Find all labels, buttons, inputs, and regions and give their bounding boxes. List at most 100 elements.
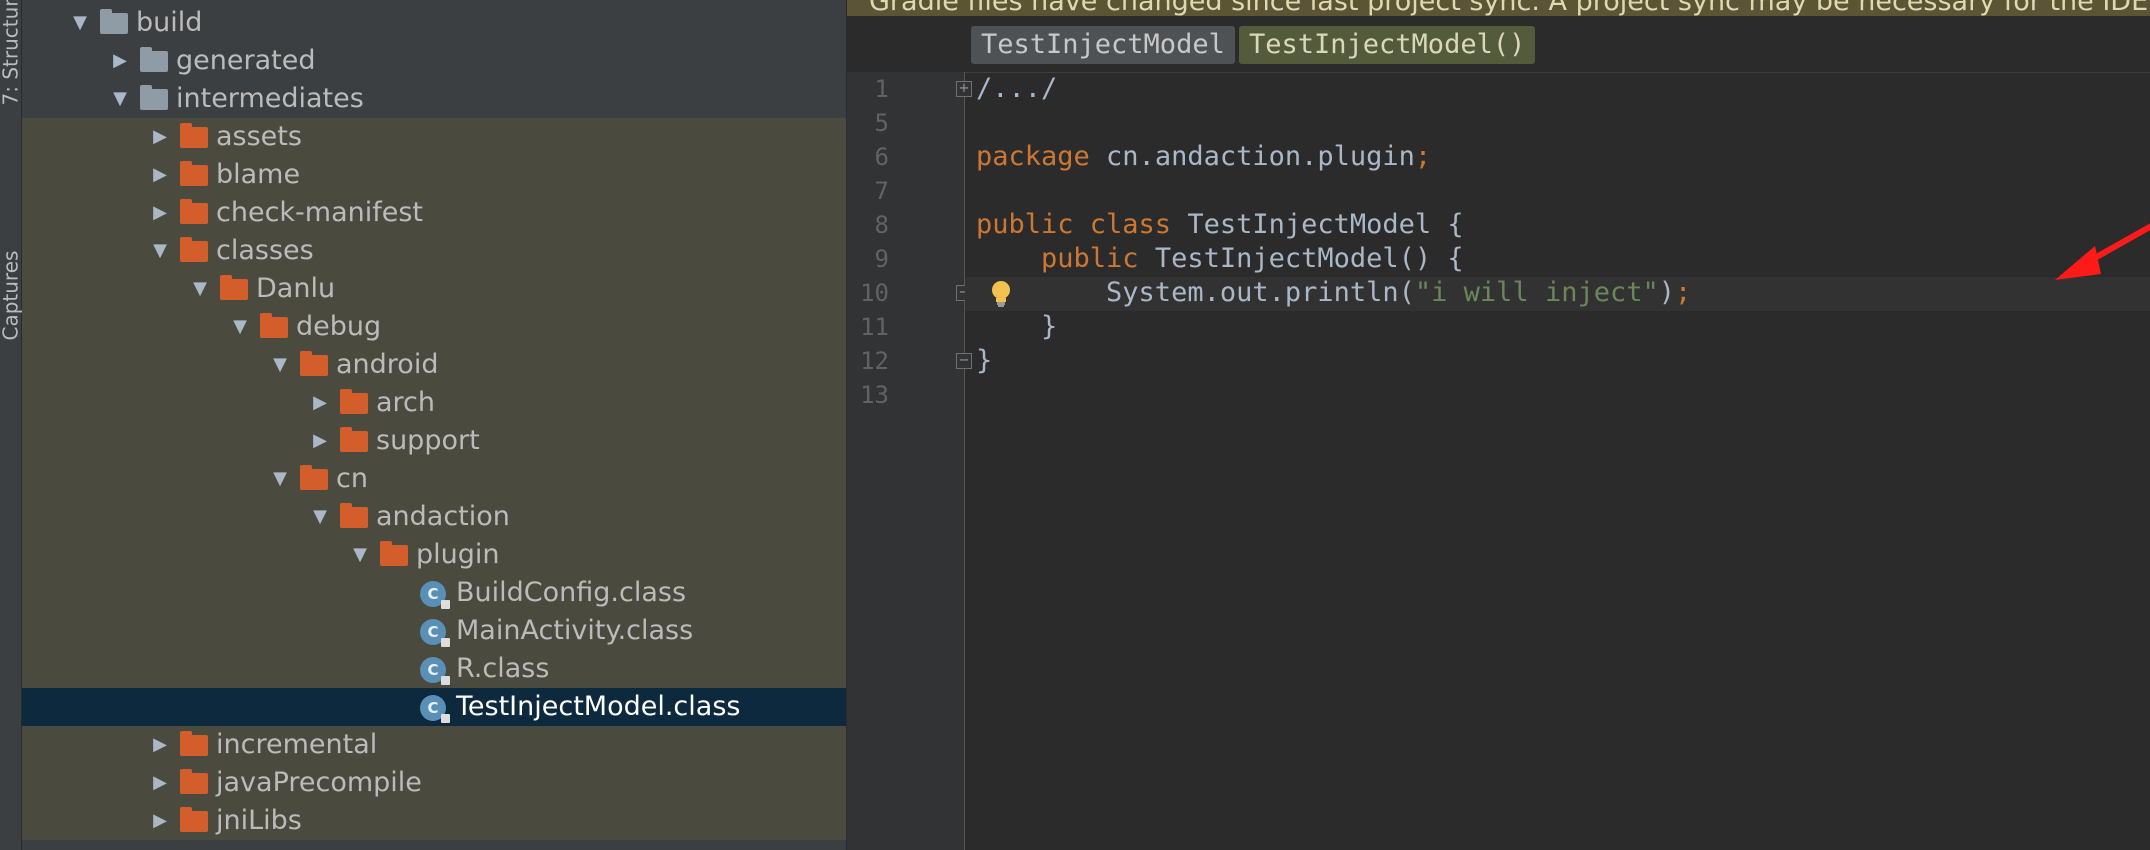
breadcrumb: TestInjectModel TestInjectModel() [847,16,2150,73]
code-editor[interactable]: Gradle files have changed since last pro… [847,0,2150,850]
tree-row[interactable]: ▶ check-manifest [22,194,846,232]
tree-row-label: cn [336,463,368,494]
folder-orange-icon [300,351,328,376]
collapse-arrow-icon[interactable]: ▼ [348,536,372,574]
tree-row[interactable]: ▼ plugin [22,536,846,574]
tree-row-label: Danlu [256,273,336,304]
line-number: 7 [874,177,889,205]
tree-row-label: assets [216,121,302,152]
code-token: ; [1675,277,1692,308]
tree-row-label: android [336,349,439,380]
gradle-sync-banner[interactable]: Gradle files have changed since last pro… [847,0,2150,16]
tree-row[interactable]: ▼ classes [22,232,846,270]
expand-arrow-icon[interactable]: ▶ [148,194,172,232]
tree-row-label: BuildConfig.class [456,577,687,608]
code-line[interactable]: /.../ [976,72,1057,106]
code-line[interactable]: } [976,310,1057,344]
expand-arrow-icon[interactable]: ▶ [308,422,332,460]
collapse-arrow-icon[interactable]: ▼ [228,308,252,346]
line-number: 11 [860,313,889,341]
tree-row[interactable]: ▶ arch [22,384,846,422]
code-token: package [976,141,1107,172]
code-line[interactable]: System.out.println("i will inject"); [976,276,1691,310]
folder-orange-icon [180,731,208,756]
folder-orange-icon [180,807,208,832]
tree-row-label: arch [376,387,436,418]
expand-arrow-icon[interactable]: ▶ [108,42,132,80]
tree-row[interactable]: ▼ build [22,4,846,42]
expand-arrow-icon[interactable]: ▶ [148,156,172,194]
code-token: public class [976,209,1188,240]
lightbulb-icon[interactable] [989,279,1013,309]
line-number-gutter: 1 +5 6 7 8 9 10−11 12−13 [847,72,972,850]
folder-orange-icon [380,541,408,566]
tree-row[interactable]: ▶ generated [22,42,846,80]
tree-row-label: plugin [416,539,500,570]
tree-row[interactable]: C TestInjectModel.class [22,688,846,726]
tree-row-label: support [376,425,480,456]
tree-row[interactable]: ▶ support [22,422,846,460]
tree-row[interactable]: ▼ android [22,346,846,384]
collapse-arrow-icon[interactable]: ▼ [188,270,212,308]
line-number: 6 [874,143,889,171]
tree-row[interactable]: C BuildConfig.class [22,574,846,612]
tree-row[interactable]: ▼ intermediates [22,80,846,118]
tab-label: 7: Structure [0,0,23,106]
structure-tool-tab[interactable]: 7: Structure [0,0,23,106]
expand-arrow-icon[interactable]: ▶ [148,118,172,156]
folder-orange-icon [340,427,368,452]
tree-row-label: jniLibs [216,805,302,836]
fold-collapse-icon[interactable]: − [956,353,972,369]
left-tool-stripe: 7: Structure Captures [0,0,23,850]
tree-row[interactable]: ▼ cn [22,460,846,498]
folder-orange-icon [180,199,208,224]
class-file-icon: C [420,657,450,685]
tree-row-label: build [136,7,203,38]
line-number: 13 [860,381,889,409]
line-number: 1 [874,75,889,103]
expand-arrow-icon[interactable]: ▶ [308,384,332,422]
tree-row-label: MainActivity.class [456,615,694,646]
fold-expand-icon[interactable]: + [956,81,972,97]
folder-grey-icon [140,85,168,110]
collapse-arrow-icon[interactable]: ▼ [268,460,292,498]
collapse-arrow-icon[interactable]: ▼ [68,4,92,42]
tree-row[interactable]: ▼ Danlu [22,270,846,308]
tree-row-label: TestInjectModel.class [456,691,741,722]
expand-arrow-icon[interactable]: ▶ [148,764,172,802]
code-line[interactable]: package cn.andaction.plugin; [976,140,1431,174]
folder-orange-icon [300,465,328,490]
collapse-arrow-icon[interactable]: ▼ [108,80,132,118]
folder-orange-icon [180,237,208,262]
captures-tool-tab[interactable]: Captures [0,191,23,341]
tree-row[interactable]: ▶ assets [22,118,846,156]
expand-arrow-icon[interactable]: ▶ [148,726,172,764]
breadcrumb-class[interactable]: TestInjectModel [971,26,1235,64]
collapse-arrow-icon[interactable]: ▼ [268,346,292,384]
tree-row[interactable]: C R.class [22,650,846,688]
class-file-icon: C [420,581,450,609]
code-line[interactable]: public class TestInjectModel { [976,208,1464,242]
expand-arrow-icon[interactable]: ▶ [148,802,172,840]
breadcrumb-constructor[interactable]: TestInjectModel() [1239,26,1536,64]
tree-row-label: andaction [376,501,510,532]
code-line[interactable]: public TestInjectModel() { [976,242,1464,276]
class-file-icon: C [420,695,450,723]
code-token: } [976,345,993,376]
code-line[interactable]: } [976,344,992,378]
tree-row[interactable]: ▼ andaction [22,498,846,536]
tree-row[interactable]: ▶ jniLibs [22,802,846,840]
tree-row-label: intermediates [176,83,364,114]
tree-row[interactable]: ▶ javaPrecompile [22,764,846,802]
line-number: 5 [874,109,889,137]
tree-row[interactable]: ▼ debug [22,308,846,346]
collapse-arrow-icon[interactable]: ▼ [308,498,332,536]
tree-row[interactable]: ▶ blame [22,156,846,194]
tree-row[interactable]: ▶ incremental [22,726,846,764]
folder-orange-icon [180,123,208,148]
line-number: 9 [874,245,889,273]
code-token: TestInjectModel { [1187,209,1464,240]
collapse-arrow-icon[interactable]: ▼ [148,232,172,270]
code-token: TestInjectModel() { [1154,243,1464,274]
tree-row[interactable]: C MainActivity.class [22,612,846,650]
